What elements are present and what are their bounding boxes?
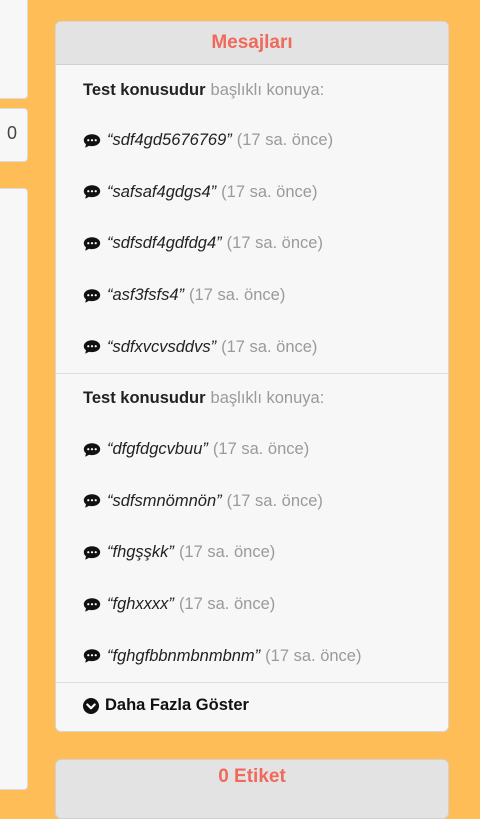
message-group: Test konusudur başlıklı konuya: “sdf4gd567… [56, 65, 448, 374]
comment-icon [83, 184, 101, 200]
panel-title: Mesajları [211, 32, 293, 53]
comment-icon [83, 133, 101, 149]
message-item: “fghxxxx” (17 sa. önce) [83, 579, 448, 631]
message-item: “sdfxvcvsddvs” (17 sa. önce) [83, 321, 448, 373]
message-item: “fhgşşkk” (17 sa. önce) [83, 527, 448, 579]
message-time: (17 sa. önce) [265, 646, 362, 665]
message-link[interactable]: “sdfsmnömnön” [107, 492, 222, 511]
show-more-button[interactable]: Daha Fazla Göster [56, 683, 448, 729]
tags-panel-title: 0 Etiket [218, 766, 286, 787]
message-link[interactable]: “fhgşşkk” [107, 543, 174, 562]
left-card-bottom [0, 188, 28, 790]
show-more-label: Daha Fazla Göster [105, 696, 249, 715]
topic-suffix: başlıklı konuya: [210, 389, 325, 408]
message-item: “dfgfdgcvbuu” (17 sa. önce) [83, 424, 448, 476]
message-time: (17 sa. önce) [226, 234, 323, 253]
message-item: “sdfsmnömnön” (17 sa. önce) [83, 476, 448, 528]
message-time: (17 sa. önce) [221, 337, 318, 356]
topic-header: Test konusudur başlıklı konuya: [83, 374, 448, 424]
comment-icon [83, 288, 101, 304]
message-link[interactable]: “sdfxvcvsddvs” [107, 338, 216, 357]
tags-panel: 0 Etiket [55, 759, 449, 819]
message-link[interactable]: “dfgfdgcvbuu” [107, 440, 208, 459]
topic-suffix: başlıklı konuya: [210, 80, 325, 99]
message-link[interactable]: “sdf4gd5676769” [107, 131, 232, 150]
comment-icon [83, 442, 101, 458]
counter-value: 0 [6, 123, 17, 143]
message-time: (17 sa. önce) [236, 131, 334, 150]
message-link[interactable]: “sdfsdf4gdfdg4” [107, 234, 222, 253]
messages-panel: Mesajları Test konusudur başlıklı konuya:… [55, 21, 449, 732]
left-card-counter: 0 [0, 108, 28, 162]
message-item: “safsaf4gdgs4” (17 sa. önce) [83, 167, 448, 219]
comment-icon [83, 597, 101, 613]
comment-icon [83, 236, 101, 252]
message-link[interactable]: “asf3fsfs4” [107, 286, 184, 305]
topic-link[interactable]: Test konusudur [83, 389, 206, 408]
message-group: Test konusudur başlıklı konuya: “dfgfdgcvb… [56, 374, 448, 683]
chevron-circle-down-icon [83, 697, 99, 714]
message-time: (17 sa. önce) [189, 286, 286, 305]
message-item: “fghgfbbnmbnmbnm” (17 sa. önce) [83, 630, 448, 682]
comment-icon [83, 648, 101, 664]
topic-link[interactable]: Test konusudur [83, 81, 206, 100]
comment-icon [83, 545, 101, 561]
message-time: (17 sa. önce) [178, 595, 276, 614]
message-time: (17 sa. önce) [226, 491, 323, 510]
comment-icon [83, 493, 101, 509]
message-link[interactable]: “fghgfbbnmbnmbnm” [107, 647, 260, 666]
panel-header: Mesajları [56, 22, 448, 65]
left-card-top [0, 0, 28, 99]
message-time: (17 sa. önce) [212, 440, 310, 459]
message-item: “sdfsdf4gdfdg4” (17 sa. önce) [83, 218, 448, 270]
message-item: “sdf4gd5676769” (17 sa. önce) [83, 115, 448, 167]
message-time: (17 sa. önce) [178, 543, 276, 562]
message-item: “asf3fsfs4” (17 sa. önce) [83, 270, 448, 322]
message-link[interactable]: “fghxxxx” [107, 595, 174, 614]
message-link[interactable]: “safsaf4gdgs4” [107, 183, 216, 202]
message-groups: Test konusudur başlıklı konuya: “sdf4gd567… [56, 65, 448, 683]
message-time: (17 sa. önce) [221, 182, 318, 201]
comment-icon [83, 339, 101, 355]
topic-header: Test konusudur başlıklı konuya: [83, 65, 448, 115]
